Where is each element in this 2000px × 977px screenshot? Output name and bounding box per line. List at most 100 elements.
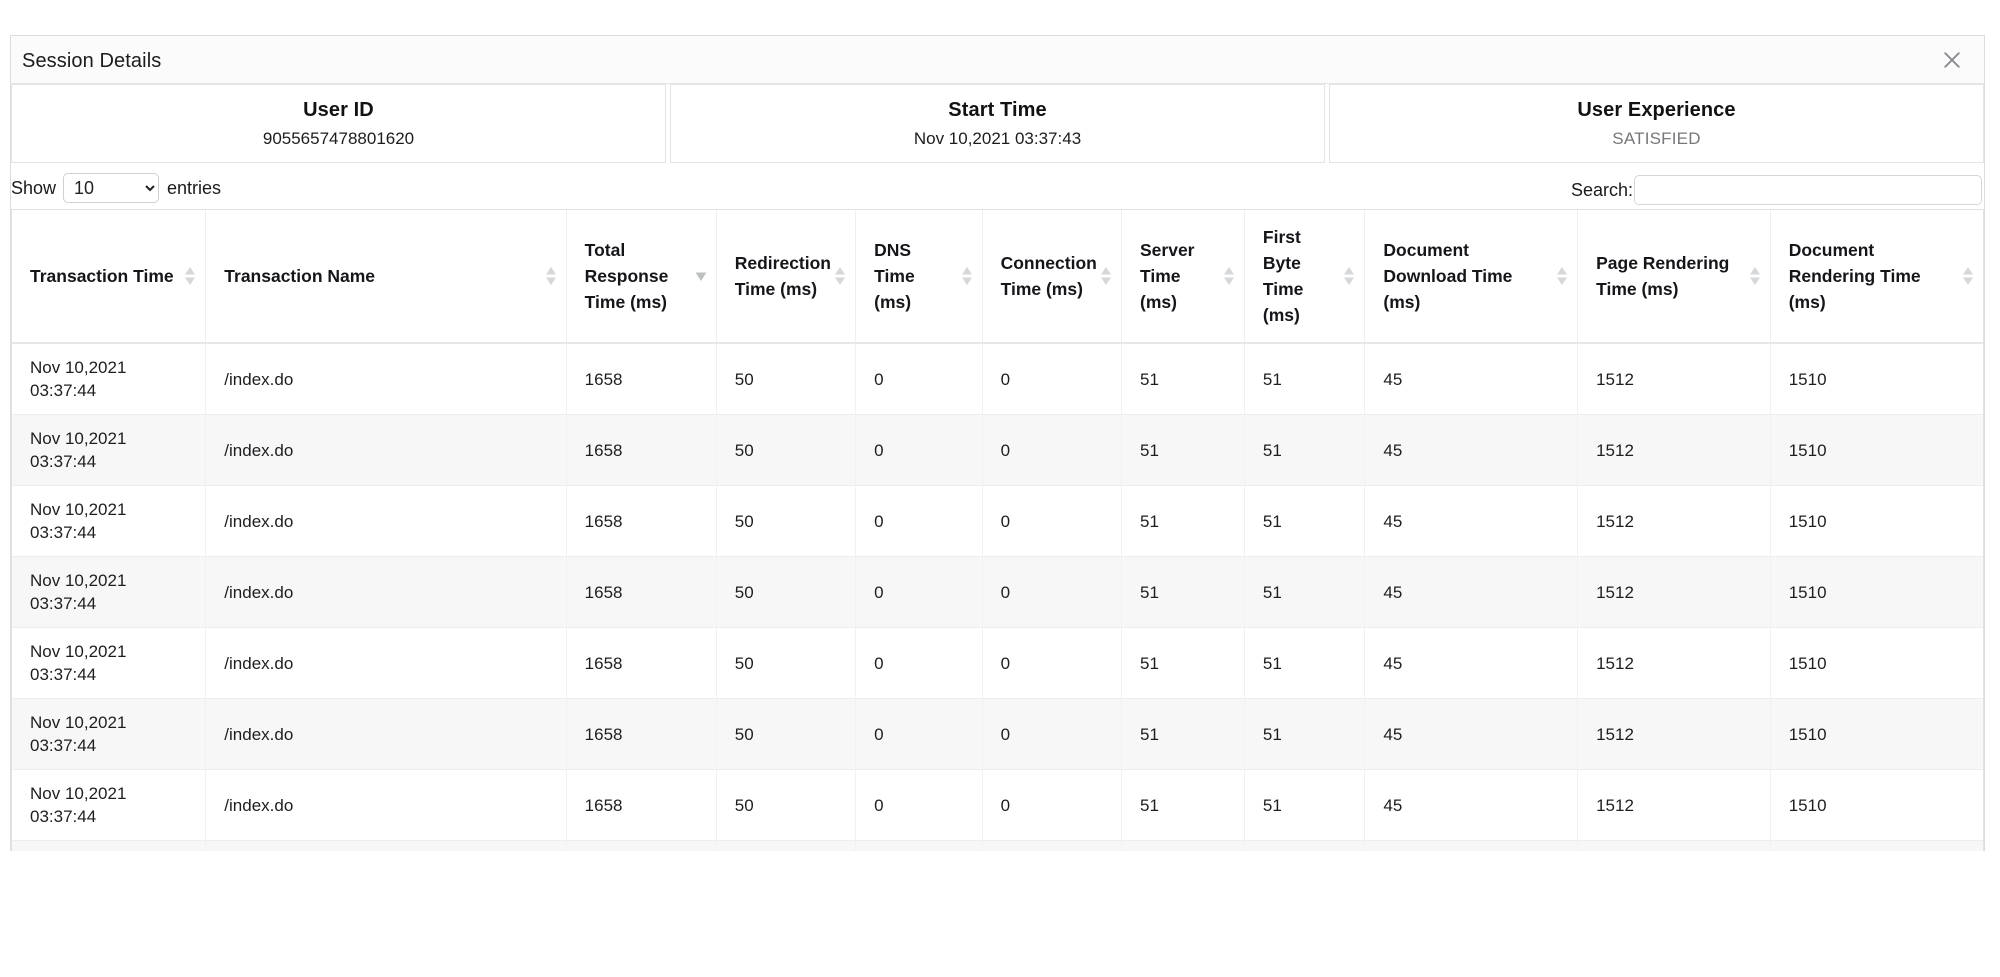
entries-label: entries [167, 178, 222, 198]
summary-label: User Experience [1577, 99, 1736, 121]
column-header-label: Redirection Time (ms) [734, 253, 832, 299]
table-cell: 0 [982, 556, 1123, 628]
page-title: Session Details [22, 50, 162, 72]
summary-cards: User ID 9055657478801620 Start Time Nov … [11, 84, 1984, 163]
table-cell: 51 [1121, 485, 1245, 557]
table-cell: Nov 10,2021 03:37:44 [12, 556, 207, 628]
column-header-redirection-time-ms[interactable]: Redirection Time (ms) [716, 210, 857, 344]
table-cell: 51 [1121, 627, 1245, 699]
table-cell: 1512 [1577, 343, 1771, 415]
summary-card-user-experience: User Experience SATISFIED [1329, 84, 1984, 163]
table-cell: 1512 [1577, 485, 1771, 557]
table-cell: 45 [1364, 343, 1579, 415]
table-cell: 45 [1364, 414, 1579, 486]
sort-both-icon [185, 267, 196, 285]
table-cell: 1512 [1577, 769, 1771, 841]
summary-card-user-id: User ID 9055657478801620 [11, 84, 666, 163]
table-cell: 0 [982, 343, 1123, 415]
table-cell: 1658 [566, 840, 717, 851]
table-cell: 50 [716, 769, 857, 841]
table-cell: Nov 10,2021 03:37:44 [12, 627, 207, 699]
table-cell: 1512 [1577, 414, 1771, 486]
table-cell: 0 [855, 769, 983, 841]
table-row[interactable]: Nov 10,2021 03:37:44/index.do16585000515… [12, 769, 1983, 841]
table-row[interactable]: Nov 10,2021 03:37:44/index.do16585000515… [12, 556, 1983, 628]
column-header-label: Connection Time (ms) [1000, 253, 1097, 299]
column-header-first-byte-time-ms[interactable]: First Byte Time (ms) [1244, 210, 1366, 344]
sort-both-icon [835, 267, 846, 285]
table-cell: 51 [1244, 769, 1366, 841]
table-body: Nov 10,2021 03:37:44/index.do 1658 50 0 0 51 5… [12, 343, 1983, 851]
table-row[interactable]: Nov 10,2021 03:37:44/index.do16585000515… [12, 414, 1983, 486]
table-cell: 50 [716, 840, 857, 851]
table-cell: 51 [1121, 343, 1245, 415]
table-cell: 50 [716, 485, 857, 557]
table-cell: 1658 [566, 556, 717, 628]
column-header-connection-time-ms[interactable]: Connection Time (ms) [982, 210, 1123, 344]
column-header-label: DNS Time (ms) [874, 240, 915, 312]
entries-per-page-select[interactable]: 102550100 [63, 173, 160, 203]
table-cell: 1658 [566, 485, 717, 557]
search-control: Search: [1571, 175, 1982, 205]
close-button[interactable] [1936, 44, 1968, 76]
column-header-page-rendering-time-ms[interactable]: Page Rendering Time (ms) [1577, 210, 1771, 344]
sort-both-icon [1223, 267, 1234, 285]
column-header-document-download-time-ms[interactable]: Document Download Time (ms) [1364, 210, 1579, 344]
table-cell: 50 [716, 698, 857, 770]
table-row[interactable]: Nov 10,2021 03:37:44/index.do16585000515… [12, 485, 1983, 557]
summary-value: 9055657478801620 [262, 129, 415, 148]
column-header-label: Transaction Time [30, 266, 174, 286]
table-cell: 51 [1121, 414, 1245, 486]
table-cell: 1658 [566, 769, 717, 841]
table-cell: 0 [982, 840, 1123, 851]
table-cell: 45 [1364, 840, 1579, 851]
table-cell: 1512 [1577, 556, 1771, 628]
column-header-document-rendering-time-ms[interactable]: Document Rendering Time (ms) [1770, 210, 1983, 344]
table-cell: 51 [1121, 698, 1245, 770]
table-cell: /index.do [205, 485, 567, 557]
table-cell: 0 [855, 840, 983, 851]
table-cell: 51 [1121, 556, 1245, 628]
search-input[interactable] [1634, 175, 1982, 205]
table-row[interactable]: Nov 10,2021 03:37:44/index.do16585000515… [12, 627, 1983, 699]
table-cell: 0 [982, 627, 1123, 699]
modal-header: Session Details [11, 36, 1984, 84]
table-cell: 50 [716, 414, 857, 486]
column-header-label: Document Download Time (ms) [1383, 240, 1513, 312]
table-controls: Show 102550100 entries Search: [11, 165, 1984, 209]
table-cell: 1510 [1770, 769, 1983, 841]
sort-both-icon [1749, 267, 1760, 285]
sort-both-icon [1101, 267, 1111, 285]
table-row[interactable]: Nov 10,2021 03:37:44/index.do16585000515… [12, 698, 1983, 770]
column-header-server-time-ms[interactable]: Server Time (ms) [1121, 210, 1245, 344]
table-cell: 50 [716, 627, 857, 699]
table-cell: 0 [982, 698, 1123, 770]
table-cell: 1658 [566, 414, 717, 486]
close-icon [1944, 52, 1960, 68]
table-cell: 1510 [1770, 840, 1983, 851]
table-cell: 45 [1364, 698, 1579, 770]
column-header-transaction-time[interactable]: Transaction Time [12, 210, 207, 344]
column-header-label: Transaction Name [224, 266, 376, 286]
session-details-modal: Session Details User ID 9055657478801620… [10, 35, 1985, 851]
search-label: Search: [1570, 179, 1633, 200]
table-row[interactable]: Nov 10,2021 03:37:44/index.do16585000515… [12, 343, 1983, 415]
table-cell: 0 [855, 627, 983, 699]
table-cell: /index.do [205, 414, 567, 486]
column-header-total-response-time-ms[interactable]: Total Response Time (ms) [566, 210, 717, 344]
table-cell: 51 [1244, 840, 1366, 851]
table-cell: 1510 [1770, 556, 1983, 628]
show-entries-control: Show 102550100 entries [11, 173, 221, 203]
table-cell: /index.do [205, 698, 567, 770]
sort-desc-icon [695, 272, 707, 281]
table-cell: 0 [982, 485, 1123, 557]
table-cell: 51 [1121, 840, 1245, 851]
table-cell: 0 [982, 769, 1123, 841]
table-cell: 1512 [1577, 840, 1771, 851]
summary-value: Nov 10,2021 03:37:43 [913, 129, 1082, 148]
column-header-dns-time-ms[interactable]: DNS Time (ms) [855, 210, 983, 344]
table-cell: 45 [1364, 485, 1579, 557]
table-cell: 51 [1244, 627, 1366, 699]
table-row[interactable]: Nov 10,2021 03:37:44/index.do16585000515… [12, 840, 1983, 851]
column-header-transaction-name[interactable]: Transaction Name [205, 210, 567, 344]
